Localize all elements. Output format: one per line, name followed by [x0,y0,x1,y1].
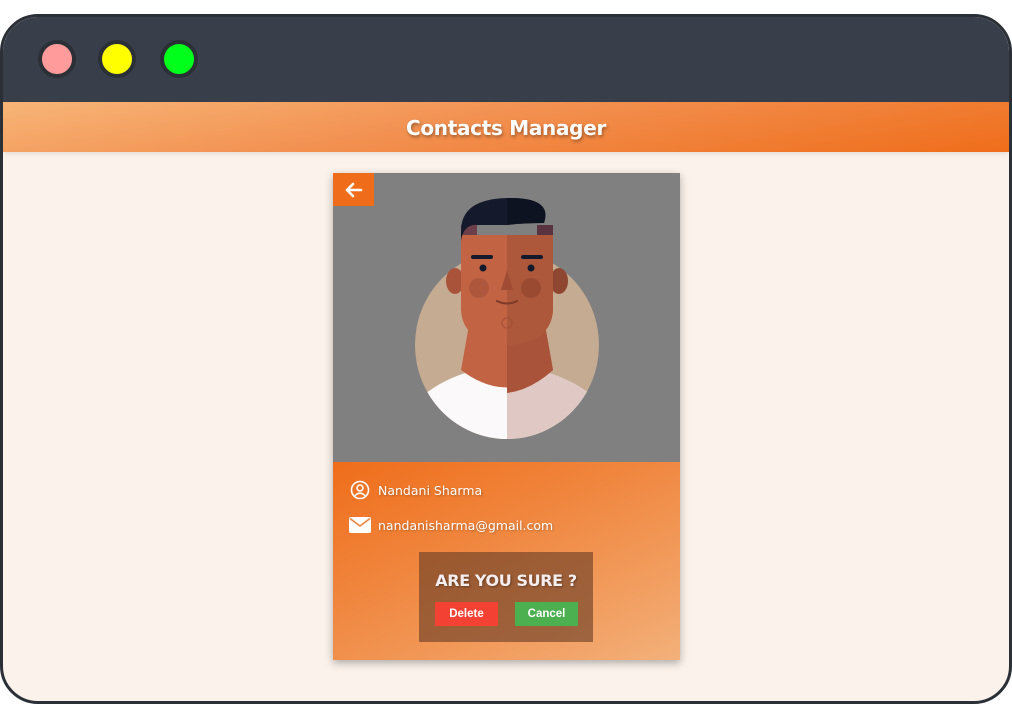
cancel-button[interactable]: Cancel [515,602,578,626]
user-circle-icon [349,479,371,501]
avatar [415,197,599,439]
window-titlebar [3,17,1009,102]
contact-name: Nandani Sharma [378,482,483,498]
contact-email-row: nandanisharma@gmail.com [349,514,553,536]
contact-name-row: Nandani Sharma [349,479,482,501]
confirm-title: ARE YOU SURE ? [435,571,577,590]
maximize-window-button[interactable] [160,40,198,78]
delete-button[interactable]: Delete [435,602,498,626]
arrow-left-icon [345,182,362,197]
contact-email[interactable]: nandanisharma@gmail.com [378,518,553,533]
delete-confirmation-dialog: ARE YOU SURE ? Delete Cancel [419,552,593,642]
back-button[interactable] [333,173,374,206]
app-header: Contacts Manager [3,102,1009,152]
app-title: Contacts Manager [405,116,607,140]
contact-card: Nandani Sharma nandanisharma@gmail.com A… [333,173,680,660]
envelope-icon [349,514,371,536]
contact-photo-area [333,173,680,462]
browser-window: Contacts Manager Nandani Sharma nandanis… [0,14,1012,704]
minimize-window-button[interactable] [98,40,136,78]
close-window-button[interactable] [38,40,76,78]
contact-info-panel: Nandani Sharma nandanisharma@gmail.com A… [333,462,680,660]
